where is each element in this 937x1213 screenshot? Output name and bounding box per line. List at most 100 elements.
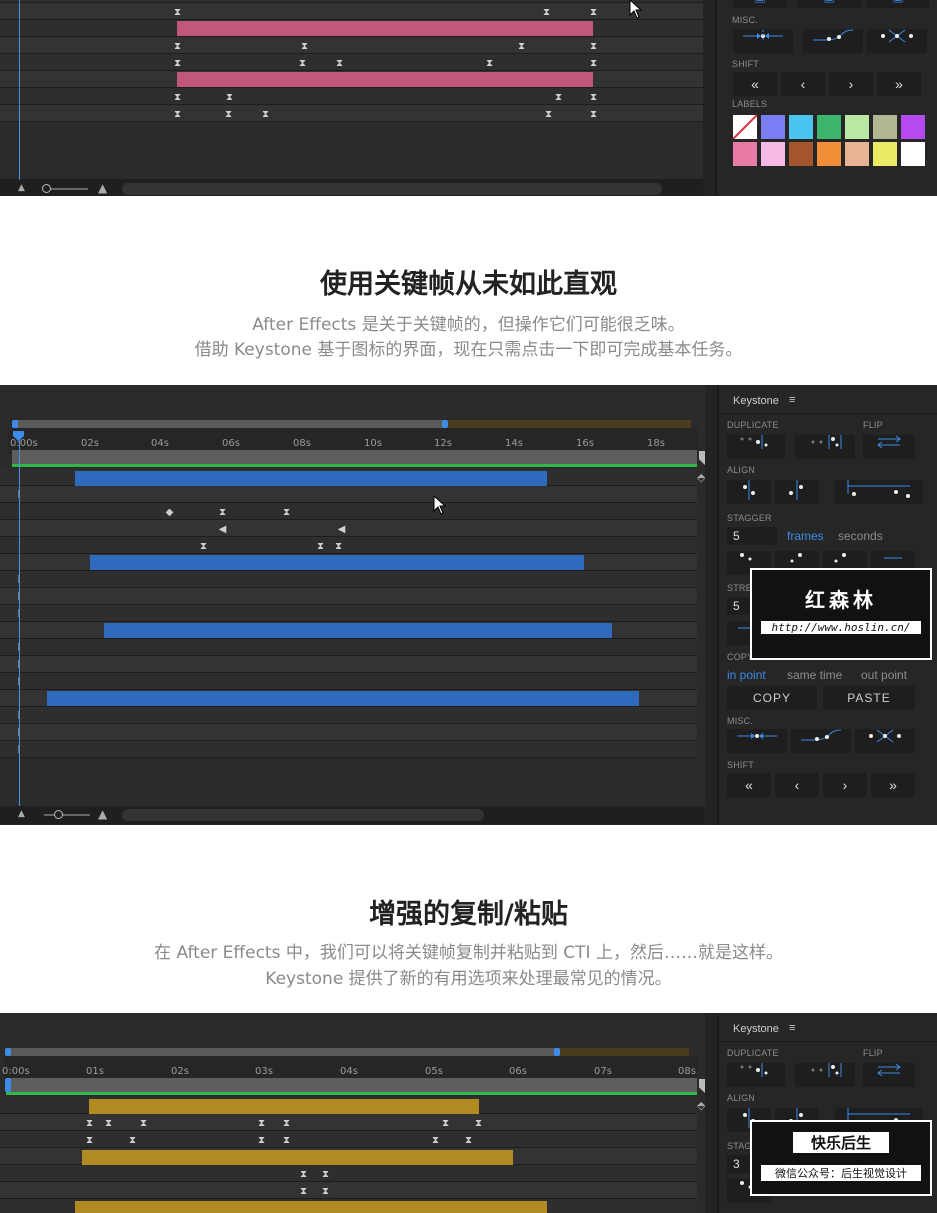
- paste-button[interactable]: PASTE: [823, 686, 915, 710]
- label-swatch[interactable]: [732, 114, 758, 140]
- misc-converge-button[interactable]: [733, 29, 793, 53]
- stagger-frames-option[interactable]: frames: [787, 529, 824, 543]
- hamburger-menu-icon[interactable]: ≡: [789, 1022, 795, 1034]
- layer-row[interactable]: [0, 707, 697, 724]
- keyframe-diamond-icon[interactable]: ◆: [165, 507, 174, 518]
- label-swatch[interactable]: [845, 142, 869, 166]
- layer-row[interactable]: [0, 588, 697, 605]
- keyframe-icon[interactable]: ⧗: [334, 541, 343, 552]
- layer-row[interactable]: [0, 1182, 697, 1199]
- zoom-slider-handle[interactable]: [42, 184, 51, 193]
- shift-last-button[interactable]: »: [871, 773, 915, 797]
- align-spread-button[interactable]: [835, 480, 923, 504]
- layer-bar[interactable]: [90, 555, 584, 570]
- misc-delete-button[interactable]: [855, 729, 915, 753]
- copy-button[interactable]: COPY: [727, 686, 817, 710]
- comp-end-marker[interactable]: [699, 1079, 705, 1093]
- layer-row[interactable]: [0, 520, 697, 537]
- keyframe-icon[interactable]: ⧗: [589, 58, 598, 69]
- label-swatch[interactable]: [873, 115, 897, 139]
- keyframe-icon[interactable]: ⧗: [225, 92, 234, 103]
- paste-in-point-option[interactable]: in point: [727, 668, 766, 682]
- duplicate-before-button[interactable]: [727, 1063, 785, 1087]
- keyframe-icon[interactable]: ⧗: [282, 1118, 291, 1129]
- label-swatch[interactable]: [845, 115, 869, 139]
- shift-first-button[interactable]: «: [727, 773, 771, 797]
- keyframe-icon[interactable]: ⧗: [589, 41, 598, 52]
- layer-row[interactable]: [0, 571, 697, 588]
- keyframe-icon[interactable]: ⧗: [300, 41, 309, 52]
- horizontal-scrollbar[interactable]: [122, 809, 484, 821]
- keyframe-icon[interactable]: ⧗: [261, 109, 270, 120]
- panel-button[interactable]: ▣: [797, 0, 861, 8]
- composition-bar[interactable]: [12, 450, 697, 464]
- shift-first-button[interactable]: «: [733, 72, 777, 96]
- layer-bar[interactable]: [47, 691, 639, 706]
- misc-curve-button[interactable]: [791, 729, 851, 753]
- layer-row[interactable]: [0, 503, 697, 520]
- layer-lock-icon[interactable]: ⬘: [697, 471, 705, 484]
- label-swatch[interactable]: [901, 115, 925, 139]
- shift-last-button[interactable]: »: [877, 72, 921, 96]
- keyframe-icon[interactable]: ⧗: [316, 541, 325, 552]
- keyframe-icon[interactable]: ⧗: [517, 41, 526, 52]
- keyframe-icon[interactable]: ⧗: [464, 1135, 473, 1146]
- work-area-start-handle[interactable]: [12, 420, 18, 428]
- stagger-seconds-option[interactable]: seconds: [838, 529, 883, 543]
- zoom-in-icon[interactable]: ▲: [98, 807, 107, 821]
- comp-end-marker[interactable]: [699, 451, 705, 465]
- keyframe-icon[interactable]: ⧗: [589, 92, 598, 103]
- shift-right-button[interactable]: ›: [829, 72, 873, 96]
- flip-button[interactable]: [863, 1063, 915, 1087]
- zoom-out-icon[interactable]: ▲: [18, 809, 25, 819]
- keyframe-icon[interactable]: ⧗: [173, 109, 182, 120]
- layer-row[interactable]: [0, 741, 697, 758]
- keyframe-icon[interactable]: ⧗: [173, 58, 182, 69]
- keyframe-icon[interactable]: ⧗: [298, 58, 307, 69]
- keyframe-icon[interactable]: ⧗: [257, 1118, 266, 1129]
- keyframe-icon[interactable]: ⧗: [474, 1118, 483, 1129]
- work-area-end-handle[interactable]: [554, 1048, 560, 1056]
- keyframe-icon[interactable]: ⧗: [589, 109, 598, 120]
- horizontal-scrollbar[interactable]: [122, 183, 662, 195]
- misc-curve-button[interactable]: [803, 29, 863, 53]
- keyframe-icon[interactable]: ⧗: [173, 92, 182, 103]
- keyframe-icon[interactable]: ⧗: [299, 1169, 308, 1180]
- keyframe-icon[interactable]: ⧗: [85, 1135, 94, 1146]
- keyframe-icon[interactable]: ⧗: [282, 1135, 291, 1146]
- panel-button[interactable]: ▣: [867, 0, 929, 8]
- keyframe-icon[interactable]: ⧗: [282, 507, 291, 518]
- keyframe-icon[interactable]: ⧗: [85, 1118, 94, 1129]
- keyframe-icon[interactable]: ⧗: [542, 7, 551, 18]
- keyframe-icon[interactable]: ⧗: [128, 1135, 137, 1146]
- layer-row[interactable]: [0, 724, 697, 741]
- flip-button[interactable]: [863, 435, 915, 459]
- duplicate-after-button[interactable]: [795, 435, 855, 459]
- align-left-button[interactable]: [727, 480, 771, 504]
- stagger-value-input[interactable]: 5: [727, 527, 777, 545]
- layer-row[interactable]: [0, 1131, 697, 1148]
- layer-bar[interactable]: [75, 471, 547, 486]
- zoom-out-icon[interactable]: ▲: [18, 183, 25, 193]
- layer-row[interactable]: [0, 656, 697, 673]
- label-swatch[interactable]: [733, 142, 757, 166]
- label-swatch[interactable]: [789, 115, 813, 139]
- keyframe-icon[interactable]: ⧗: [224, 109, 233, 120]
- label-swatch[interactable]: [901, 142, 925, 166]
- work-area-bar[interactable]: [5, 1048, 557, 1056]
- keyframe-icon[interactable]: ⧗: [335, 58, 344, 69]
- keyframe-icon[interactable]: ⧗: [441, 1118, 450, 1129]
- keyframe-icon[interactable]: ⧗: [173, 41, 182, 52]
- layer-row[interactable]: [0, 639, 697, 656]
- paste-out-point-option[interactable]: out point: [861, 668, 907, 682]
- paste-same-time-option[interactable]: same time: [787, 668, 842, 682]
- layer-lock-icon[interactable]: ⬘: [697, 1099, 705, 1112]
- zoom-in-icon[interactable]: ▲: [98, 181, 107, 195]
- keyframe-icon[interactable]: ⧗: [104, 1118, 113, 1129]
- work-area-bar[interactable]: [12, 420, 445, 428]
- composition-bar[interactable]: [6, 1078, 697, 1092]
- layer-row[interactable]: [0, 486, 697, 503]
- keyframe-icon[interactable]: ⧗: [218, 507, 227, 518]
- keyframe-icon[interactable]: ⧗: [485, 58, 494, 69]
- keyframe-icon[interactable]: ⧗: [431, 1135, 440, 1146]
